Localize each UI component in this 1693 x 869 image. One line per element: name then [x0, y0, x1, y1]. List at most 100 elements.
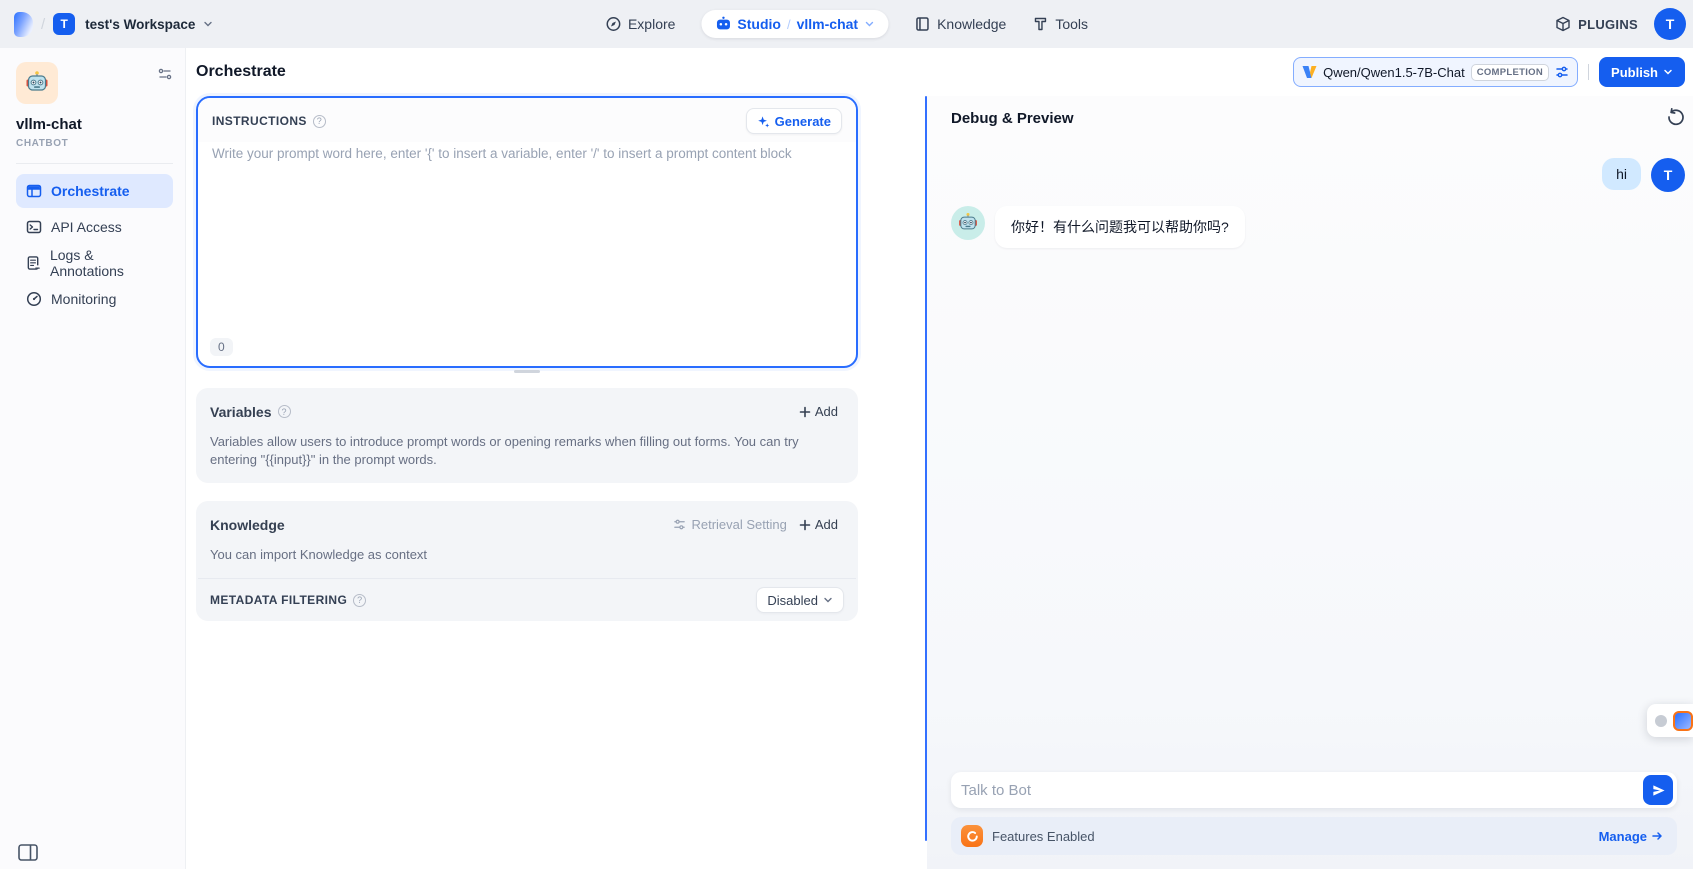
model-params-icon[interactable]	[1555, 65, 1569, 79]
nav-explore-label: Explore	[628, 16, 675, 32]
collapse-sidebar-icon[interactable]	[18, 844, 38, 861]
vllm-logo-icon	[1302, 65, 1317, 79]
instructions-card: INSTRUCTIONS ? Generate 0	[196, 96, 858, 368]
metadata-filtering-row: METADATA FILTERING ? Disabled	[196, 579, 858, 621]
features-bar: Features Enabled Manage	[951, 817, 1677, 855]
arrow-right-icon	[1651, 830, 1663, 842]
package-icon	[1555, 16, 1571, 32]
robot-icon	[715, 16, 731, 32]
model-mode-badge: COMPLETION	[1471, 64, 1549, 81]
main-nav: Explore Studio / vllm-chat Knowledge Too…	[605, 0, 1088, 48]
add-variable-button[interactable]: Add	[793, 400, 844, 423]
manage-features-link[interactable]: Manage	[1599, 829, 1663, 844]
restart-conversation-button[interactable]	[1666, 107, 1686, 130]
knowledge-title: Knowledge	[210, 517, 285, 533]
user-message-bubble: hi	[1602, 158, 1641, 190]
variables-title: Variables	[210, 404, 272, 420]
retrieval-setting-button[interactable]: Retrieval Setting	[667, 513, 792, 536]
logs-icon	[26, 255, 41, 271]
instructions-title: INSTRUCTIONS	[212, 114, 307, 128]
header-separator	[1588, 64, 1589, 80]
dify-logo[interactable]	[14, 12, 33, 37]
sidebar-item-label: Monitoring	[51, 291, 116, 307]
app-name: vllm-chat	[16, 116, 173, 133]
sparkle-icon	[757, 115, 770, 128]
chat-message-user: hi T	[951, 158, 1677, 192]
sidebar-item-label: Orchestrate	[51, 183, 130, 199]
nav-explore[interactable]: Explore	[605, 16, 675, 32]
features-icon	[961, 825, 983, 847]
orchestrate-icon	[26, 183, 42, 199]
breadcrumb-slash: /	[41, 16, 45, 33]
generate-label: Generate	[775, 114, 831, 129]
restart-icon	[1666, 107, 1686, 127]
model-selector[interactable]: Qwen/Qwen1.5-7B-Chat COMPLETION	[1293, 57, 1578, 87]
chevron-down-icon[interactable]	[203, 19, 213, 29]
orchestrate-config-panel: INSTRUCTIONS ? Generate 0	[196, 96, 858, 621]
sidebar-item-monitoring[interactable]: Monitoring	[16, 282, 173, 316]
chat-input[interactable]	[961, 782, 1633, 799]
app-icon[interactable]	[16, 62, 58, 104]
workspace-avatar[interactable]: T	[53, 13, 75, 35]
help-icon[interactable]: ?	[313, 115, 326, 128]
terminal-icon	[26, 219, 42, 235]
help-icon[interactable]: ?	[278, 405, 291, 418]
add-label: Add	[815, 517, 838, 532]
send-icon	[1651, 783, 1666, 798]
top-navigation-bar: / T test's Workspace Explore Studio / vl…	[0, 0, 1693, 48]
plugins-label: PLUGINS	[1578, 17, 1638, 32]
resize-handle[interactable]	[514, 370, 540, 373]
app-sidebar: vllm-chat CHATBOT Orchestrate API Access…	[0, 48, 186, 869]
floating-helper-widget[interactable]	[1647, 704, 1693, 737]
chevron-down-icon[interactable]	[864, 19, 874, 29]
app-type-badge: CHATBOT	[16, 138, 173, 149]
user-chat-avatar: T	[1651, 158, 1685, 192]
features-enabled-label: Features Enabled	[992, 829, 1095, 844]
nav-studio[interactable]: Studio / vllm-chat	[701, 10, 888, 38]
sidebar-item-label: Logs & Annotations	[50, 247, 163, 279]
dify-mini-logo-icon	[1673, 711, 1693, 731]
chat-area: hi T	[951, 140, 1677, 764]
robot-emoji-icon	[957, 212, 979, 234]
sidebar-item-logs-annotations[interactable]: Logs & Annotations	[16, 246, 173, 280]
metadata-filtering-select[interactable]: Disabled	[756, 587, 844, 613]
nav-pill-separator: /	[787, 17, 791, 32]
chat-input-bar	[951, 772, 1677, 808]
app-settings-icon[interactable]	[157, 66, 173, 82]
generate-button[interactable]: Generate	[746, 108, 842, 134]
send-button[interactable]	[1643, 775, 1673, 805]
plus-icon	[799, 406, 811, 418]
chevron-down-icon	[823, 595, 833, 605]
knowledge-description: You can import Knowledge as context	[196, 542, 858, 578]
variables-card: Variables ? Add Variables allow users to…	[196, 388, 858, 483]
plus-icon	[799, 519, 811, 531]
nav-tools-label: Tools	[1055, 16, 1088, 32]
nav-current-app: vllm-chat	[797, 16, 858, 32]
nav-knowledge-label: Knowledge	[937, 16, 1006, 32]
bot-message-bubble: 你好！有什么问题我可以帮助你吗?	[995, 206, 1245, 248]
help-icon[interactable]: ?	[353, 594, 366, 607]
plugins-button[interactable]: PLUGINS	[1555, 16, 1638, 32]
debug-footer: Features Enabled Manage	[951, 764, 1677, 869]
nav-studio-label: Studio	[737, 16, 781, 32]
metadata-filtering-title: METADATA FILTERING	[210, 593, 347, 607]
variables-description: Variables allow users to introduce promp…	[196, 429, 826, 483]
chevron-down-icon	[1663, 67, 1673, 77]
prompt-input[interactable]	[212, 146, 842, 362]
sidebar-item-api-access[interactable]: API Access	[16, 210, 173, 244]
publish-label: Publish	[1611, 65, 1658, 80]
metadata-filtering-value: Disabled	[767, 593, 818, 608]
user-avatar[interactable]: T	[1654, 8, 1686, 40]
compass-icon	[605, 16, 621, 32]
workspace-name[interactable]: test's Workspace	[85, 17, 195, 32]
char-count-badge: 0	[210, 338, 233, 356]
add-knowledge-button[interactable]: Add	[793, 513, 844, 536]
retrieval-setting-label: Retrieval Setting	[691, 517, 786, 532]
debug-preview-panel: Debug & Preview hi T	[927, 96, 1693, 869]
monitoring-icon	[26, 291, 42, 307]
sidebar-item-label: API Access	[51, 219, 122, 235]
nav-tools[interactable]: Tools	[1032, 16, 1088, 32]
nav-knowledge[interactable]: Knowledge	[914, 16, 1006, 32]
sidebar-item-orchestrate[interactable]: Orchestrate	[16, 174, 173, 208]
publish-button[interactable]: Publish	[1599, 57, 1685, 87]
